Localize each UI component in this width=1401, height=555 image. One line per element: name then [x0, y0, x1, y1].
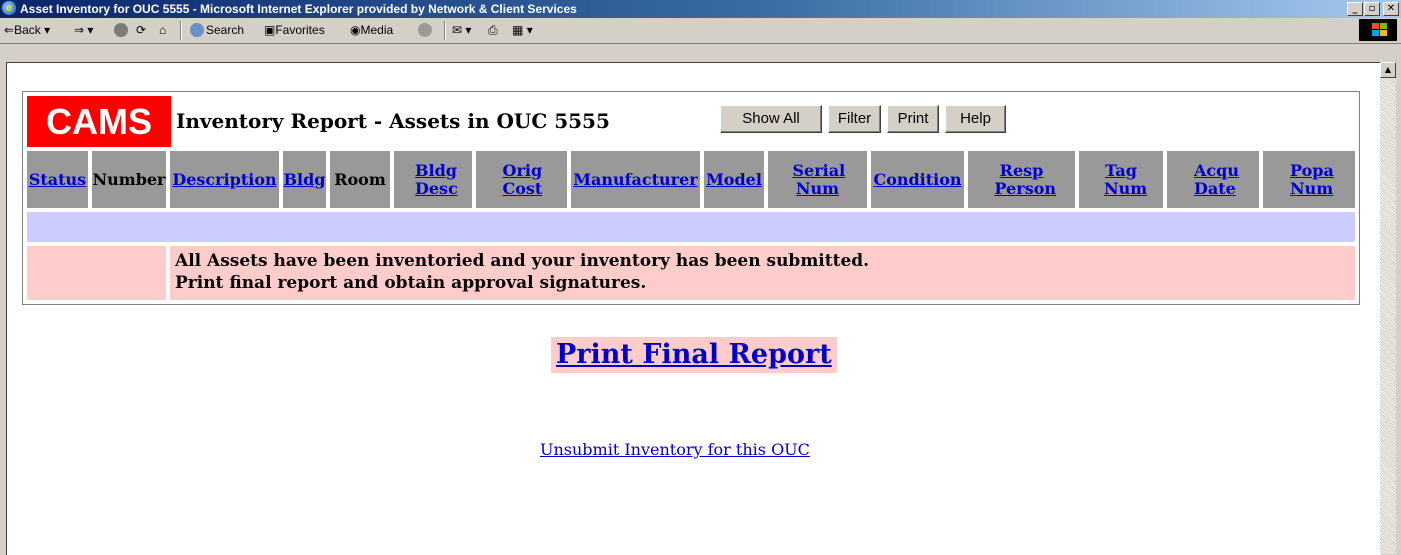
forward-button[interactable]: ⇒ ▾ [74, 23, 93, 37]
favorites-button[interactable]: ▣Favorites [264, 23, 325, 37]
stop-button[interactable] [114, 23, 130, 37]
media-icon: ◉ [350, 23, 361, 37]
toolbar-separator [444, 21, 446, 40]
report-table: CAMS Inventory Report - Assets in OUC 55… [22, 91, 1360, 305]
cams-logo: CAMS [27, 96, 171, 147]
word-edit-button[interactable]: ▦ ▾ [512, 23, 533, 37]
status-message: All Assets have been inventoried and you… [170, 246, 1355, 300]
internet-explorer-icon: e [2, 1, 16, 15]
forward-arrow-icon: ⇒ [74, 23, 85, 37]
close-button[interactable]: ✕ [1383, 2, 1399, 16]
column-header-number: Number [92, 151, 166, 208]
column-header-bldg[interactable]: Bldg [283, 151, 326, 208]
column-header-row: Status Number Description Bldg Room Bldg… [27, 151, 1355, 208]
column-header-tag-num[interactable]: Tag Num [1079, 151, 1163, 208]
print-final-report-box: Print Final Report [551, 337, 837, 373]
window-title-bar: e Asset Inventory for OUC 5555 - Microso… [0, 0, 1401, 18]
word-icon: ▦ [512, 23, 524, 37]
print-button[interactable]: Print [887, 105, 939, 133]
unsubmit-inventory-link[interactable]: Unsubmit Inventory for this OUC [540, 440, 810, 459]
printer-icon: ⎙ [488, 23, 498, 37]
home-icon: ⌂ [159, 23, 167, 37]
scroll-up-arrow-icon[interactable]: ▲ [1380, 62, 1396, 78]
message-row-spacer [27, 246, 166, 300]
windows-logo-icon [1359, 19, 1397, 41]
column-header-manufacturer[interactable]: Manufacturer [571, 151, 700, 208]
history-button[interactable] [418, 23, 434, 37]
history-icon [418, 23, 432, 37]
mail-button[interactable]: ✉ ▾ [452, 23, 471, 37]
back-arrow-icon: ⇐ [4, 23, 15, 37]
column-header-room: Room [330, 151, 390, 208]
column-header-serial-num[interactable]: Serial Num [768, 151, 867, 208]
stop-icon [114, 23, 128, 37]
empty-data-row [27, 212, 1355, 242]
print-final-report-link[interactable]: Print Final Report [556, 339, 832, 370]
favorites-icon: ▣ [264, 23, 276, 37]
column-header-condition[interactable]: Condition [871, 151, 964, 208]
column-header-status[interactable]: Status [27, 151, 88, 208]
minimize-button[interactable]: _ [1347, 2, 1363, 16]
window-title: Asset Inventory for OUC 5555 - Microsoft… [20, 2, 577, 16]
dropdown-arrow-icon: ▾ [44, 23, 51, 37]
unsubmit-box: Unsubmit Inventory for this OUC [540, 440, 810, 459]
search-icon [190, 23, 204, 37]
help-button[interactable]: Help [945, 105, 1006, 133]
column-header-resp-person[interactable]: Resp Person [968, 151, 1075, 208]
dropdown-arrow-icon: ▾ [465, 23, 472, 37]
search-button[interactable]: Search [190, 23, 244, 37]
column-header-acqu-date[interactable]: Acqu Date [1167, 151, 1259, 208]
column-header-description[interactable]: Description [170, 151, 279, 208]
report-title: Inventory Report - Assets in OUC 5555 [176, 109, 610, 133]
dropdown-arrow-icon: ▾ [87, 23, 94, 37]
column-header-bldg-desc[interactable]: Bldg Desc [394, 151, 472, 208]
mail-icon: ✉ [452, 23, 463, 37]
refresh-icon: ⟳ [136, 23, 147, 37]
filter-button[interactable]: Filter [828, 105, 881, 133]
maximize-button[interactable]: ▫ [1364, 2, 1380, 16]
back-button[interactable]: ⇐Back ▾ [4, 23, 50, 37]
toolbar-separator [180, 21, 182, 40]
vertical-scrollbar[interactable]: ▲ [1380, 62, 1396, 554]
column-header-model[interactable]: Model [704, 151, 764, 208]
dropdown-arrow-icon: ▾ [526, 23, 533, 37]
column-header-popa-num[interactable]: Popa Num [1263, 151, 1355, 208]
refresh-button[interactable]: ⟳ [136, 23, 146, 37]
print-toolbar-button[interactable]: ⎙ [488, 23, 498, 38]
status-message-line-1: All Assets have been inventoried and you… [175, 251, 870, 271]
show-all-button[interactable]: Show All [720, 105, 822, 133]
browser-toolbar: ⇐Back ▾ ⇒ ▾ ⟳ ⌂ Search ▣Favorites ◉Media… [0, 18, 1401, 44]
status-message-line-2: Print final report and obtain approval s… [175, 273, 647, 293]
media-button[interactable]: ◉Media [350, 23, 393, 37]
column-header-orig-cost[interactable]: Orig Cost [476, 151, 567, 208]
page-viewport: CAMS Inventory Report - Assets in OUC 55… [6, 62, 1381, 555]
home-button[interactable]: ⌂ [159, 23, 166, 37]
